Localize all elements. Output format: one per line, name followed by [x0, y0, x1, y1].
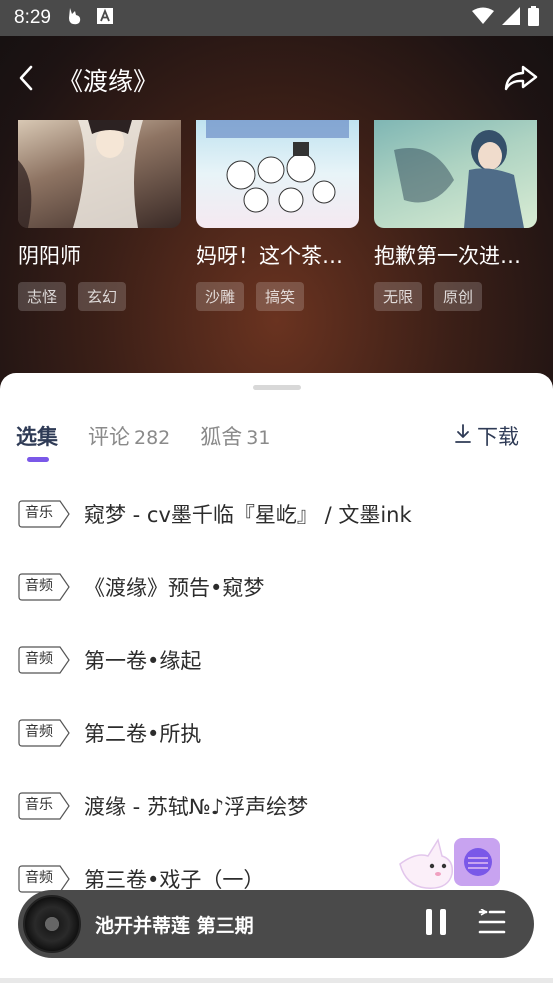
tab-episodes[interactable]: 选集 — [16, 421, 58, 462]
recommendation-title: 抱歉第一次进… — [374, 244, 521, 268]
bottom-edge — [0, 978, 553, 983]
cover-image — [196, 120, 359, 228]
playlist-icon — [478, 908, 506, 939]
episode-item[interactable]: 音频 第二卷•所执 — [0, 696, 553, 769]
download-label: 下载 — [477, 425, 519, 449]
episode-item[interactable]: 音频 第一卷•缘起 — [0, 623, 553, 696]
battery-icon — [528, 6, 539, 30]
episode-title: 第二卷•所执 — [84, 721, 202, 746]
genre-tag[interactable]: 志怪 — [18, 282, 67, 311]
mini-player[interactable]: 池开并蒂莲 第三期 — [18, 890, 534, 958]
share-button[interactable] — [499, 58, 543, 102]
wifi-icon — [472, 7, 494, 29]
genre-tag[interactable]: 无限 — [374, 282, 423, 311]
recommendation-card[interactable]: 阴阳师 志怪 玄幻 — [18, 120, 181, 311]
tab-label: 评论 — [88, 425, 130, 449]
title-bar: 《渡缘》 — [0, 56, 553, 104]
episode-type-badge: 音频 — [18, 864, 70, 893]
recommendation-title: 妈呀！这个茶… — [196, 244, 343, 268]
tab-active-indicator — [27, 457, 49, 462]
episode-type-badge: 音频 — [18, 572, 70, 601]
page-title: 《渡缘》 — [58, 67, 159, 96]
notification-bunny-icon — [65, 6, 85, 30]
episode-title: 第三卷•戏子（一） — [84, 867, 265, 892]
tab-comments[interactable]: 评论 282 — [88, 421, 170, 451]
text-a-icon — [96, 8, 113, 28]
download-button[interactable]: 下载 — [453, 421, 519, 451]
episode-type-badge: 音乐 — [18, 499, 70, 528]
status-bar: 8:29 — [0, 0, 553, 36]
episode-type-badge: 音乐 — [18, 791, 70, 820]
recommendation-card[interactable]: 抱歉第一次进… 无限 原创 — [374, 120, 537, 311]
pause-icon — [423, 907, 449, 941]
recommendation-card[interactable]: 妈呀！这个茶… 沙雕 搞笑 — [196, 120, 359, 311]
signal-icon — [502, 7, 520, 29]
share-arrow-icon — [503, 64, 539, 96]
status-time: 8:29 — [14, 7, 51, 28]
cover-image — [18, 120, 181, 228]
album-disc-icon[interactable] — [23, 895, 81, 953]
genre-tag[interactable]: 原创 — [434, 282, 483, 311]
tab-bar: 选集 评论 282 狐舍 31 — [16, 421, 300, 462]
tab-count: 31 — [246, 427, 271, 449]
recommendation-title: 阴阳师 — [18, 244, 81, 268]
episode-type-badge: 音频 — [18, 645, 70, 674]
fox-mascot-radio-icon[interactable] — [398, 834, 504, 894]
episode-item[interactable]: 音乐 窥梦 - cv墨千临『星屹』 / 文墨ink — [0, 477, 553, 550]
hero-background: 8:29 《渡缘》 阴阳师 志怪 玄幻 妈呀！这个茶… 沙雕 搞笑 抱歉第一次进… — [0, 0, 553, 400]
genre-tag[interactable]: 玄幻 — [78, 282, 127, 311]
tab-fox-den[interactable]: 狐舍 31 — [200, 421, 270, 451]
genre-tag[interactable]: 搞笑 — [256, 282, 305, 311]
episode-item[interactable]: 音频 《渡缘》预告•窥梦 — [0, 550, 553, 623]
episode-title: 渡缘 - 苏轼№♪浮声绘梦 — [84, 794, 309, 819]
drag-handle[interactable] — [253, 385, 301, 390]
pause-button[interactable] — [418, 906, 454, 942]
player-track-title: 池开并蒂莲 第三期 — [95, 914, 254, 937]
episode-item[interactable]: 音乐 渡缘 - 苏轼№♪浮声绘梦 — [0, 769, 553, 842]
back-button[interactable] — [2, 56, 50, 104]
download-icon — [453, 423, 473, 450]
tab-label: 狐舍 — [200, 425, 243, 449]
cover-image — [374, 120, 537, 228]
episode-type-badge: 音频 — [18, 718, 70, 747]
tab-count: 282 — [134, 427, 171, 449]
genre-tag[interactable]: 沙雕 — [196, 282, 245, 311]
tab-label: 选集 — [16, 425, 58, 449]
recommendation-row: 阴阳师 志怪 玄幻 妈呀！这个茶… 沙雕 搞笑 抱歉第一次进… 无限 原创 — [18, 120, 537, 311]
episode-title: 窥梦 - cv墨千临『星屹』 / 文墨ink — [84, 502, 412, 527]
episode-title: 第一卷•缘起 — [84, 648, 202, 673]
episode-title: 《渡缘》预告•窥梦 — [84, 575, 265, 600]
playlist-button[interactable] — [474, 906, 510, 942]
chevron-left-icon — [17, 64, 35, 96]
